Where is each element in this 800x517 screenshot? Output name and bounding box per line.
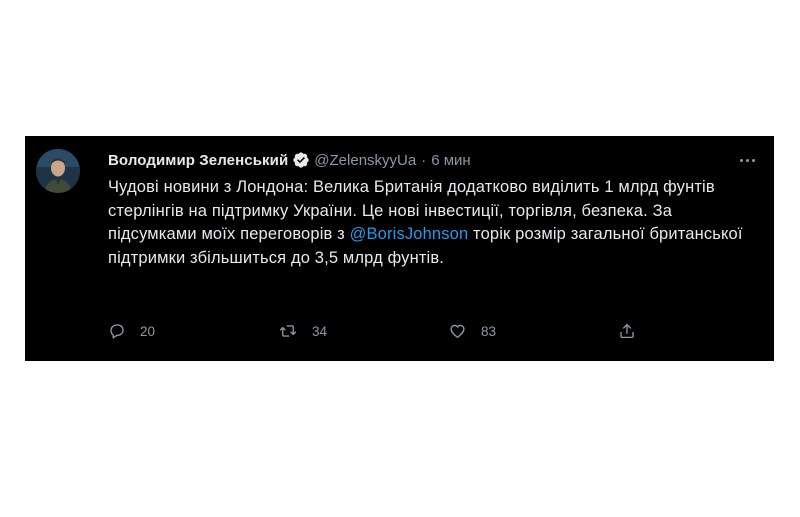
tweet-actions: 20 34 83 (108, 319, 648, 343)
more-options-icon[interactable] (736, 150, 758, 170)
reply-button[interactable]: 20 (108, 319, 155, 343)
retweet-icon (278, 322, 298, 340)
author-handle[interactable]: @ZelenskyyUa (314, 152, 416, 169)
retweet-count: 34 (312, 323, 328, 339)
reply-icon (108, 322, 126, 340)
heart-icon (448, 322, 467, 340)
tweet-card[interactable]: Володимир Зеленський @ZelenskyyUa · 6 ми… (25, 136, 774, 361)
verified-badge-icon (292, 151, 310, 169)
reply-count: 20 (140, 323, 156, 339)
share-button[interactable] (618, 319, 636, 343)
tweet-timestamp[interactable]: 6 мин (431, 152, 471, 169)
separator-dot: · (421, 151, 427, 169)
avatar[interactable] (36, 149, 80, 193)
like-count: 83 (481, 323, 497, 339)
like-button[interactable]: 83 (448, 319, 496, 343)
retweet-button[interactable]: 34 (278, 319, 327, 343)
mention-link[interactable]: @BorisJohnson (350, 225, 469, 243)
tweet-text: Чудові новини з Лондона: Велика Британія… (108, 176, 758, 270)
author-display-name[interactable]: Володимир Зеленський (108, 152, 288, 169)
share-icon (618, 322, 636, 340)
tweet-header: Володимир Зеленський @ZelenskyyUa · 6 ми… (108, 150, 471, 170)
